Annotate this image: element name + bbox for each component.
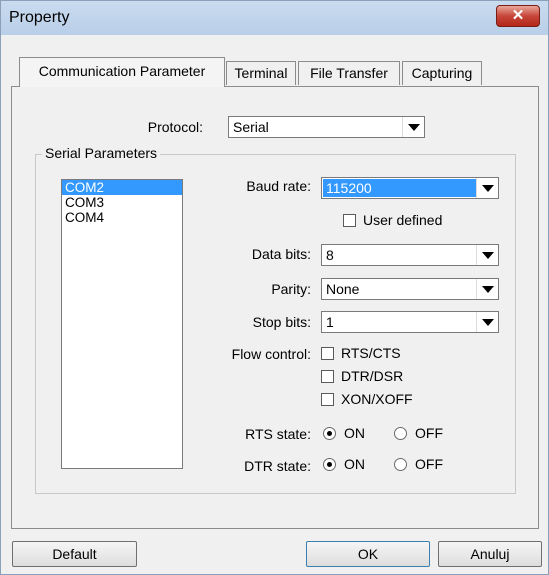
- rts-off-label: OFF: [415, 425, 443, 441]
- window-title: Property: [9, 9, 70, 26]
- baud-rate-select[interactable]: 115200: [321, 177, 499, 199]
- baud-rate-value: 115200: [323, 179, 476, 197]
- checkbox-box[interactable]: [321, 347, 334, 360]
- chevron-down-icon[interactable]: [476, 245, 498, 265]
- ok-button[interactable]: OK: [306, 541, 430, 567]
- default-button-label: Default: [52, 546, 97, 562]
- radio-dot[interactable]: [394, 458, 407, 471]
- radio-dot[interactable]: [323, 427, 336, 440]
- xon-xoff-label: XON/XOFF: [341, 391, 413, 407]
- tab-terminal[interactable]: Terminal: [226, 61, 296, 85]
- tab-capturing[interactable]: Capturing: [402, 61, 482, 85]
- checkbox-box[interactable]: [321, 370, 334, 383]
- checkbox-box[interactable]: [343, 214, 356, 227]
- close-button[interactable]: ✕: [496, 5, 540, 27]
- close-icon: ✕: [511, 7, 525, 24]
- tab-file-transfer[interactable]: File Transfer: [298, 61, 400, 85]
- ok-button-label: OK: [357, 546, 379, 562]
- tab-label: Capturing: [411, 65, 473, 81]
- cancel-button[interactable]: Anuluj: [438, 541, 542, 567]
- list-item-com4[interactable]: COM4: [62, 210, 182, 225]
- serial-parameters-title: Serial Parameters: [42, 145, 161, 161]
- tab-communication-parameter[interactable]: Communication Parameter: [19, 57, 225, 87]
- chevron-down-icon[interactable]: [402, 117, 424, 137]
- rts-state-label: RTS state:: [245, 426, 311, 442]
- data-bits-value: 8: [326, 247, 334, 263]
- protocol-select[interactable]: Serial: [228, 116, 425, 138]
- checkbox-box[interactable]: [321, 393, 334, 406]
- stop-bits-label: Stop bits:: [252, 314, 311, 330]
- rts-on-label: ON: [344, 425, 365, 441]
- stop-bits-select[interactable]: 1: [321, 311, 499, 333]
- protocol-value: Serial: [233, 119, 269, 135]
- tab-label: File Transfer: [310, 65, 388, 81]
- tab-label: Terminal: [234, 65, 288, 81]
- dtr-off-label: OFF: [415, 456, 443, 472]
- baud-rate-label: Baud rate:: [246, 178, 311, 194]
- default-button[interactable]: Default: [12, 541, 137, 567]
- tab-label: Communication Parameter: [38, 63, 206, 79]
- parity-label: Parity:: [271, 281, 311, 297]
- data-bits-select[interactable]: 8: [321, 244, 499, 266]
- data-bits-label: Data bits:: [251, 246, 311, 262]
- protocol-label: Protocol:: [147, 119, 203, 135]
- chevron-down-icon[interactable]: [476, 279, 498, 299]
- list-item-com2[interactable]: COM2: [62, 180, 182, 195]
- parity-value: None: [326, 281, 360, 297]
- dtr-dsr-label: DTR/DSR: [341, 368, 404, 384]
- radio-dot[interactable]: [323, 458, 336, 471]
- radio-dot[interactable]: [394, 427, 407, 440]
- com-port-list[interactable]: COM2 COM3 COM4: [61, 179, 183, 469]
- parity-select[interactable]: None: [321, 278, 499, 300]
- title-bar[interactable]: Property ✕: [1, 1, 548, 35]
- chevron-down-icon[interactable]: [476, 178, 498, 198]
- property-dialog: Property ✕ Communication Parameter Termi…: [0, 0, 549, 575]
- dtr-state-label: DTR state:: [244, 458, 311, 474]
- chevron-down-icon[interactable]: [476, 312, 498, 332]
- dtr-on-label: ON: [344, 456, 365, 472]
- flow-control-label: Flow control:: [231, 346, 311, 362]
- rts-cts-label: RTS/CTS: [341, 345, 401, 361]
- user-defined-label: User defined: [363, 212, 443, 228]
- cancel-button-label: Anuluj: [470, 546, 510, 562]
- list-item-com3[interactable]: COM3: [62, 195, 182, 210]
- stop-bits-value: 1: [326, 314, 334, 330]
